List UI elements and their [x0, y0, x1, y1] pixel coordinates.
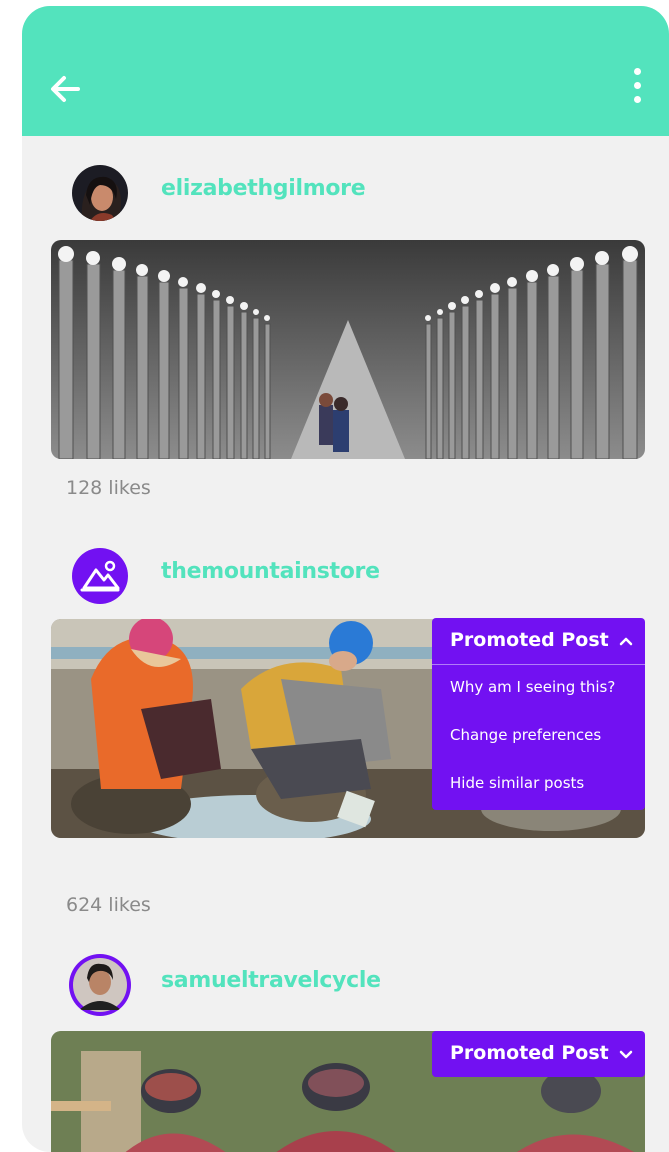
avatar[interactable] — [72, 548, 128, 604]
top-app-bar — [22, 6, 669, 136]
phone-screen: elizabethgilmore 128 likes themountainst… — [22, 6, 669, 1152]
avatar[interactable] — [69, 954, 131, 1016]
promoted-post-toggle[interactable]: Promoted Post — [432, 618, 645, 665]
likes-count: 624 likes — [66, 894, 151, 916]
chevron-down-icon — [619, 1050, 633, 1059]
promoted-post-toggle[interactable]: Promoted Post — [432, 1031, 645, 1077]
back-button[interactable] — [48, 72, 82, 106]
promoted-post-label: Promoted Post — [450, 1042, 609, 1064]
avatar[interactable] — [72, 165, 128, 221]
mountain-icon — [80, 560, 120, 592]
chevron-up-icon — [619, 637, 633, 646]
menu-item-why-seeing[interactable]: Why am I seeing this? — [432, 665, 645, 713]
post-username[interactable]: themountainstore — [161, 559, 380, 584]
menu-item-change-preferences[interactable]: Change preferences — [432, 713, 645, 761]
more-vertical-icon — [633, 68, 641, 75]
post-username[interactable]: elizabethgilmore — [161, 176, 366, 201]
promoted-post-menu: Promoted Post Why am I seeing this? Chan… — [432, 618, 645, 810]
more-options-button[interactable] — [629, 68, 645, 114]
likes-count: 128 likes — [66, 477, 151, 499]
post-image[interactable] — [51, 240, 645, 459]
post-username[interactable]: samueltravelcycle — [161, 968, 381, 993]
promoted-post-label: Promoted Post — [450, 629, 609, 651]
menu-item-hide-similar[interactable]: Hide similar posts — [432, 761, 645, 809]
promoted-post-menu-collapsed: Promoted Post — [432, 1031, 645, 1077]
arrow-left-icon — [51, 76, 80, 102]
